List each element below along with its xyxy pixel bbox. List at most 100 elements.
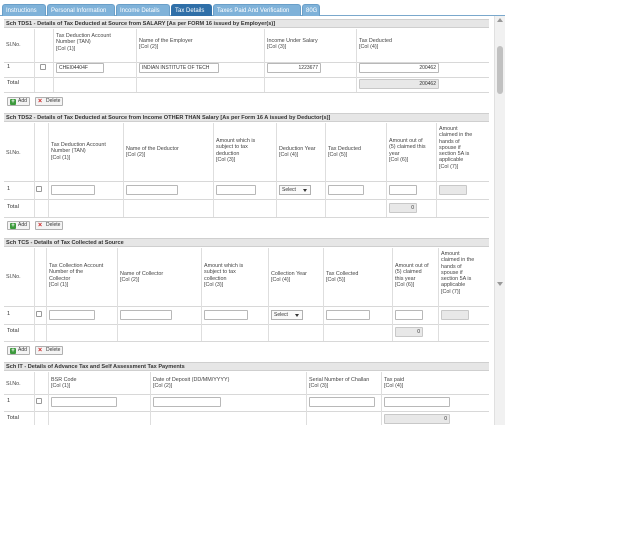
header-amount-subject: Amount which is subject to tax collection[…: [204, 263, 244, 288]
column-divider: [392, 248, 393, 341]
row-number: 1: [7, 186, 11, 192]
header-collector: Name of Collector [Col (2)]: [120, 271, 164, 284]
header-claimed-this-year: Amount out of (5) claimed this year [Col (6…: [395, 263, 429, 288]
row-number: 1: [7, 311, 11, 317]
divider: [4, 341, 489, 342]
divider: [4, 217, 489, 218]
header-claimed-this-year: Amount out of (5) claimed this year [Col (6…: [389, 138, 426, 163]
column-divider: [381, 372, 382, 425]
vertical-scrollbar[interactable]: [494, 16, 505, 425]
collection-year-select[interactable]: Select: [271, 310, 303, 320]
header-collection-year: Collection Year [Col (4)]: [271, 271, 307, 284]
scroll-down-arrow-icon[interactable]: [497, 282, 503, 286]
header-income: Income Under Salary [Col (3)]: [267, 38, 318, 51]
tcs-title: Sch TCS - Details of Tax Collected at So…: [4, 238, 489, 247]
tax-details-frame: Instructions Personal Information Income…: [0, 0, 505, 425]
claimed-this-year-input[interactable]: [395, 310, 423, 320]
header-tan: Tax Collection Account Number of the Colle…: [49, 263, 104, 288]
column-divider: [34, 248, 35, 341]
total-tax-paid: 0: [384, 414, 450, 424]
add-row-button[interactable]: + Add: [7, 97, 30, 106]
column-divider: [34, 372, 35, 425]
total-claimed: 0: [395, 327, 423, 337]
chevron-down-icon: [303, 189, 307, 192]
row-select-checkbox[interactable]: [36, 398, 42, 404]
tab-bar: Instructions Personal Information Income…: [0, 0, 505, 16]
tan-input[interactable]: [49, 310, 95, 320]
tan-input[interactable]: CHEI04404F: [56, 63, 104, 73]
tax-deducted-input[interactable]: 200462: [359, 63, 439, 73]
tab-instructions[interactable]: Instructions: [2, 4, 46, 16]
challan-number-input[interactable]: [309, 397, 375, 407]
header-tax-collected: Tax Collected [Col (5)]: [326, 271, 359, 284]
income-salary-input[interactable]: 1223677: [267, 63, 321, 73]
total-label: Total: [7, 204, 19, 210]
column-divider: [117, 248, 118, 341]
column-divider: [436, 123, 437, 217]
add-row-button[interactable]: + Add: [7, 221, 30, 230]
tab-tax-details[interactable]: Tax Details: [171, 4, 212, 16]
spouse-claim-input: [439, 185, 467, 195]
column-divider: [323, 248, 324, 341]
delete-row-button[interactable]: × Delete: [35, 97, 64, 106]
deposit-date-input[interactable]: [153, 397, 221, 407]
scroll-up-arrow-icon[interactable]: [497, 18, 503, 22]
tax-paid-input[interactable]: [384, 397, 450, 407]
column-divider: [53, 29, 54, 92]
delete-row-button[interactable]: × Delete: [35, 346, 64, 355]
plus-icon: +: [10, 99, 16, 105]
add-row-button[interactable]: + Add: [7, 346, 30, 355]
total-label: Total: [7, 415, 19, 421]
header-tax-deducted: Tax Deducted [Col (4)]: [359, 38, 392, 51]
plus-icon: +: [10, 223, 16, 229]
column-divider: [48, 372, 49, 425]
divider: [4, 199, 489, 200]
deduction-year-select[interactable]: Select: [279, 185, 311, 195]
column-divider: [34, 29, 35, 92]
collector-name-input[interactable]: [120, 310, 172, 320]
header-bsr-code: BSR Code [Col (1)]: [51, 377, 77, 390]
it-title: Sch IT - Details of Advance Tax and Self…: [4, 362, 489, 371]
tab-income-details[interactable]: Income Details: [116, 4, 170, 16]
scrollbar-thumb[interactable]: [497, 46, 503, 94]
tab-personal-information[interactable]: Personal Information: [47, 4, 115, 16]
spouse-claim-input: [441, 310, 469, 320]
column-divider: [46, 248, 47, 341]
total-label: Total: [7, 80, 19, 86]
deductor-name-input[interactable]: [126, 185, 178, 195]
employer-name-input[interactable]: INDIAN INSTITUTE OF TECH: [139, 63, 219, 73]
tax-collected-input[interactable]: [326, 310, 370, 320]
tax-deducted-input[interactable]: [328, 185, 364, 195]
header-spouse-claim: Amount claimed in the hands of spouse if sec…: [441, 251, 475, 295]
row-select-checkbox[interactable]: [36, 311, 42, 317]
row-select-checkbox[interactable]: [36, 186, 42, 192]
column-divider: [123, 123, 124, 217]
column-divider: [48, 123, 49, 217]
header-tan: Tax Deduction Account Number (TAN) [Col (1…: [56, 33, 111, 52]
tab-80g[interactable]: 80G: [302, 4, 320, 16]
divider: [4, 77, 489, 78]
tds1-title: Sch TDS1 - Details of Tax Deducted at So…: [4, 19, 489, 28]
delete-icon: ×: [38, 98, 43, 105]
divider: [4, 411, 489, 412]
column-divider: [438, 248, 439, 341]
divider: [4, 306, 489, 307]
row-number: 1: [7, 398, 11, 404]
total-label: Total: [7, 328, 19, 334]
bsr-code-input[interactable]: [51, 397, 117, 407]
column-divider: [213, 123, 214, 217]
divider: [4, 92, 489, 93]
row-select-checkbox[interactable]: [40, 64, 46, 70]
delete-icon: ×: [38, 222, 43, 229]
column-divider: [276, 123, 277, 217]
delete-row-button[interactable]: × Delete: [35, 221, 64, 230]
header-slno: Sl.No.: [6, 274, 21, 280]
delete-icon: ×: [38, 347, 43, 354]
amount-subject-input[interactable]: [204, 310, 248, 320]
tab-taxes-paid-verification[interactable]: Taxes Paid And Verification: [213, 4, 301, 16]
column-divider: [356, 29, 357, 92]
claimed-this-year-input[interactable]: [389, 185, 417, 195]
amount-subject-input[interactable]: [216, 185, 256, 195]
column-divider: [325, 123, 326, 217]
tan-input[interactable]: [51, 185, 95, 195]
